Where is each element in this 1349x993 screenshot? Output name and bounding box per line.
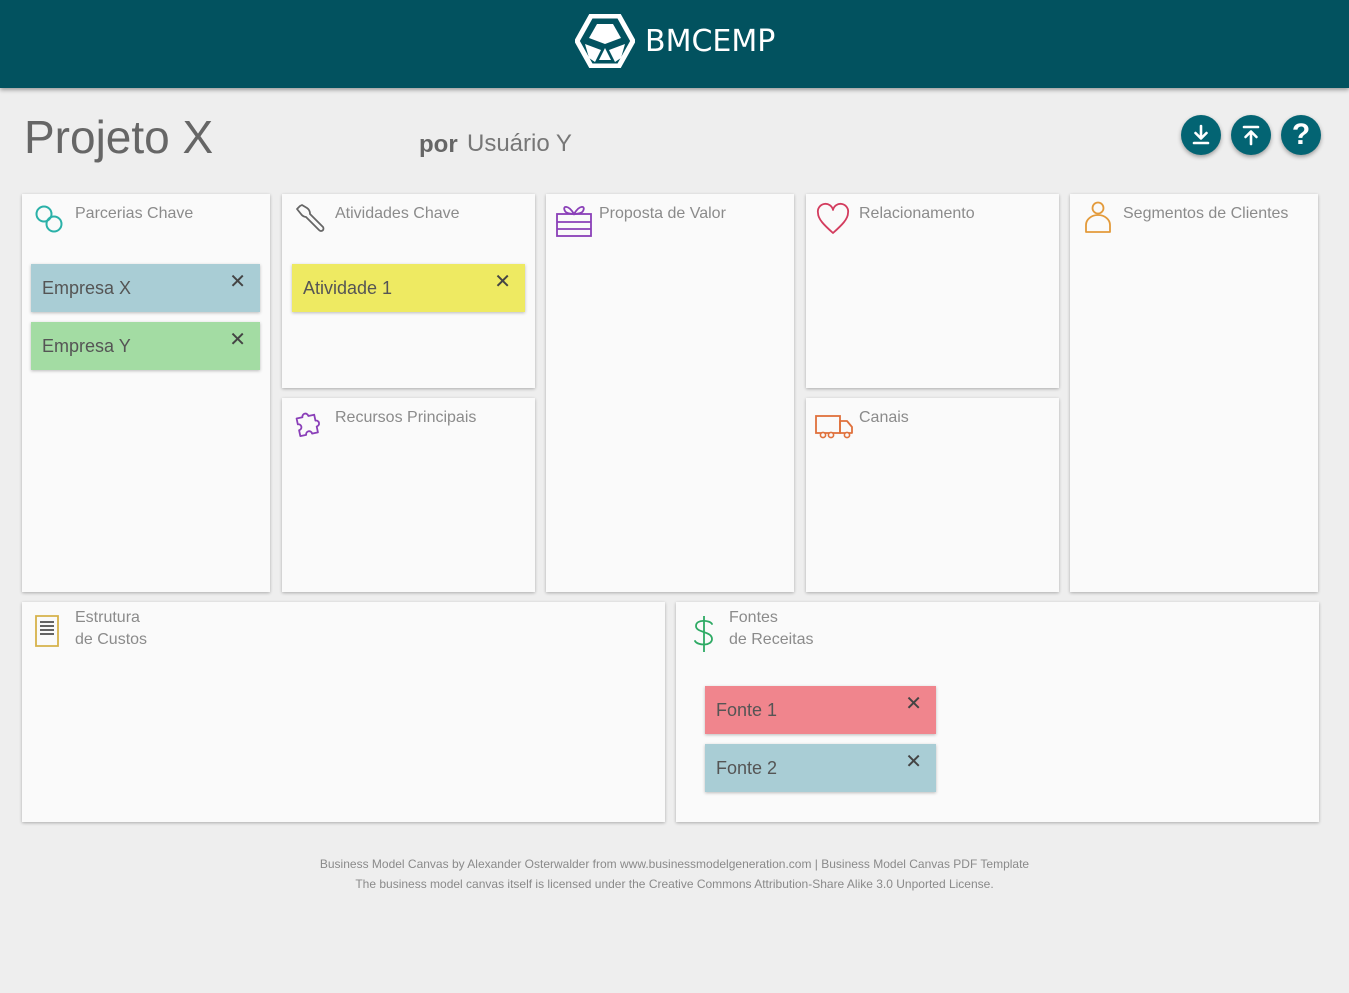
revenue-streams-title-line1: Fontes [729, 609, 778, 626]
download-button[interactable] [1181, 115, 1221, 155]
truck-icon [815, 415, 853, 439]
revenue-streams-title: Fontes de Receitas [729, 607, 814, 651]
note-card[interactable]: Fonte 1 ✕ [705, 686, 936, 734]
key-activities-title: Atividades Chave [335, 205, 460, 222]
help-icon: ? [1291, 118, 1311, 151]
logo-icon [575, 14, 635, 68]
note-label: Fonte 2 [716, 758, 778, 778]
value-proposition-block[interactable]: Proposta de Valor [546, 194, 794, 592]
channels-title: Canais [859, 409, 909, 426]
key-partners-title: Parcerias Chave [75, 205, 194, 222]
heart-icon [816, 202, 850, 234]
close-icon[interactable]: ✕ [229, 322, 246, 358]
note-card[interactable]: Fonte 2 ✕ [705, 744, 936, 792]
note-card[interactable]: Atividade 1 ✕ [292, 264, 525, 312]
revenue-streams-title-line2: de Receitas [729, 631, 814, 648]
close-icon[interactable]: ✕ [905, 744, 922, 780]
key-resources-title: Recursos Principais [335, 409, 477, 426]
revenue-streams-block[interactable]: Fontes de Receitas Fonte 1 ✕ Fonte 2 ✕ [676, 602, 1319, 822]
cost-structure-title-line1: Estrutura [75, 609, 140, 626]
cost-structure-title: Estrutura de Custos [75, 607, 147, 651]
footer-credit: Business Model Canvas by Alexander Oster… [319, 857, 1030, 871]
note-card[interactable]: Empresa X ✕ [31, 264, 260, 312]
note-label: Fonte 1 [716, 700, 778, 720]
note-label: Empresa Y [42, 336, 131, 356]
key-partners-block[interactable]: Parcerias Chave Empresa X ✕ Empresa Y ✕ [22, 194, 270, 592]
upload-button[interactable] [1231, 115, 1271, 155]
brand-name: BMCEMP [645, 23, 776, 59]
dollar-icon [694, 616, 713, 652]
document-icon [35, 615, 59, 647]
channels-block[interactable]: Canais [806, 398, 1059, 592]
person-icon [1085, 201, 1111, 233]
note-label: Empresa X [42, 278, 132, 298]
note-card[interactable]: Empresa Y ✕ [31, 322, 260, 370]
relationships-title: Relacionamento [859, 205, 975, 222]
upload-icon [1242, 125, 1260, 146]
footer-license: The business model canvas itself is lice… [355, 877, 994, 891]
key-activities-block[interactable]: Atividades Chave Atividade 1 ✕ [282, 194, 535, 388]
by-label: por [419, 131, 458, 158]
help-button[interactable]: ? [1281, 115, 1321, 155]
cost-structure-title-line2: de Custos [75, 631, 148, 648]
customer-segments-block[interactable]: Segmentos de Clientes [1070, 194, 1318, 592]
puzzle-icon [295, 412, 320, 437]
key-resources-block[interactable]: Recursos Principais [282, 398, 535, 592]
link-icon [35, 205, 63, 233]
note-label: Atividade 1 [303, 278, 393, 298]
gift-icon [556, 205, 592, 237]
close-icon[interactable]: ✕ [494, 264, 511, 300]
cost-structure-block[interactable]: Estrutura de Custos [22, 602, 665, 822]
wrench-icon [296, 204, 325, 232]
close-icon[interactable]: ✕ [905, 686, 922, 722]
user-name[interactable]: Usuário Y [467, 130, 572, 158]
close-icon[interactable]: ✕ [229, 264, 246, 300]
customer-segments-title: Segmentos de Clientes [1123, 205, 1289, 222]
brand[interactable]: BMCEMP [575, 14, 775, 68]
project-title[interactable]: Projeto X [24, 110, 213, 164]
download-icon [1192, 124, 1210, 145]
top-bar: BMCEMP [0, 0, 1349, 88]
relationships-block[interactable]: Relacionamento [806, 194, 1059, 388]
value-proposition-title: Proposta de Valor [599, 205, 726, 222]
